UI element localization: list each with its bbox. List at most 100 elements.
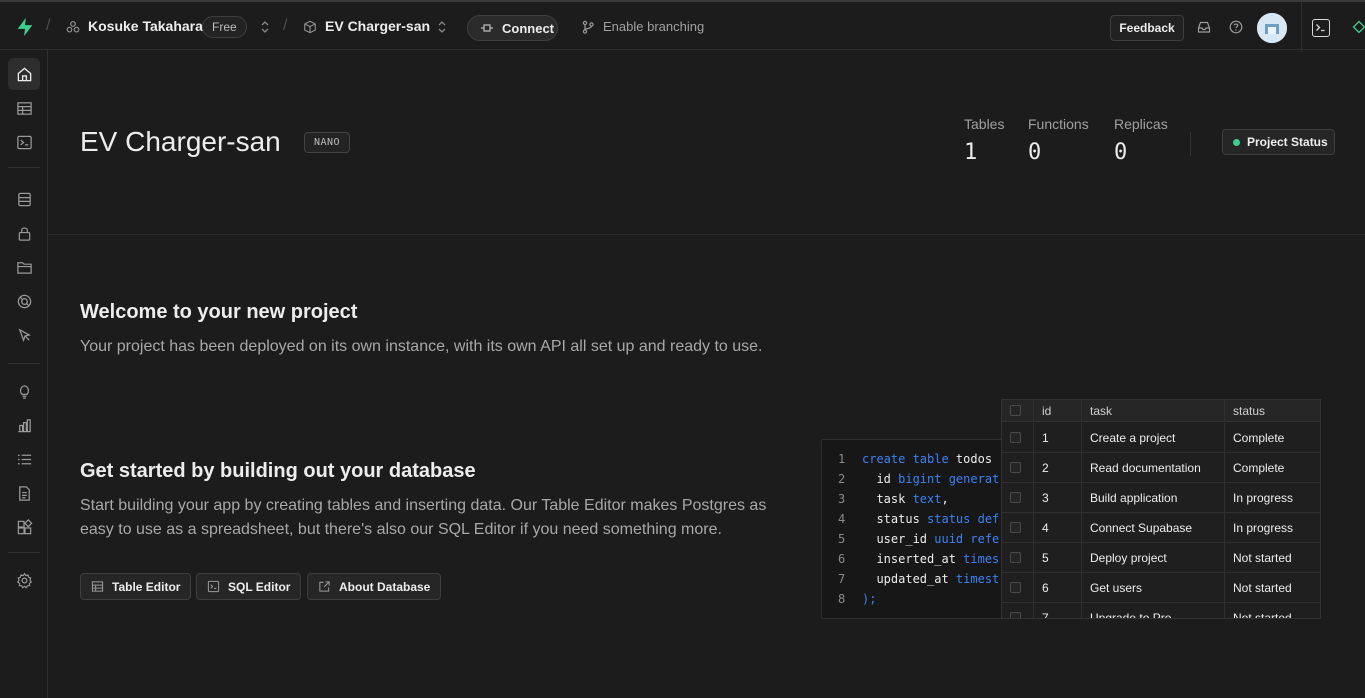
- table-cell: Complete: [1233, 460, 1285, 475]
- table-cell: 3: [1034, 483, 1082, 512]
- table-row: 7 Upgrade to Pro Not started: [1002, 603, 1320, 618]
- status-dot-icon: [1233, 138, 1240, 146]
- sidebar-item-advisors[interactable]: [8, 375, 40, 407]
- document-icon: [18, 485, 30, 501]
- table-cell: Deploy project: [1082, 543, 1225, 572]
- table-cell: 5: [1034, 543, 1082, 572]
- table-cell: Create a project: [1082, 423, 1225, 452]
- sidebar-item-integrations[interactable]: [8, 511, 40, 543]
- sidebar-item-logs[interactable]: [8, 443, 40, 475]
- sidebar-item-realtime[interactable]: [8, 285, 40, 317]
- stat-value: 0: [1114, 140, 1128, 165]
- enable-branching-label: Enable branching: [603, 19, 705, 34]
- stat-tables[interactable]: Tables 1: [964, 116, 1004, 165]
- stat-label: Replicas: [1114, 116, 1168, 132]
- sidebar-divider: [8, 552, 40, 553]
- list-icon: [17, 453, 31, 465]
- row-checkbox[interactable]: [1010, 492, 1021, 503]
- sidebar-item-home[interactable]: [8, 58, 40, 90]
- table-cell: Complete: [1233, 430, 1285, 445]
- help-icon[interactable]: [1229, 20, 1243, 34]
- sidebar-item-authentication[interactable]: [8, 217, 40, 249]
- sidebar-divider: [8, 363, 40, 364]
- sidebar-item-table-editor[interactable]: [8, 92, 40, 124]
- sql-editor-button[interactable]: SQL Editor: [196, 573, 302, 600]
- row-checkbox[interactable]: [1010, 612, 1021, 618]
- home-icon: [17, 66, 31, 81]
- diamond-icon[interactable]: [1352, 20, 1365, 34]
- git-branch-icon: [582, 20, 594, 34]
- row-checkbox[interactable]: [1010, 582, 1021, 593]
- supabase-logo-icon[interactable]: [14, 16, 36, 38]
- breadcrumb-separator: /: [283, 17, 288, 34]
- stat-replicas[interactable]: Replicas 0: [1114, 116, 1168, 165]
- inbox-icon[interactable]: [1197, 20, 1211, 34]
- sidebar-item-settings[interactable]: [8, 564, 40, 596]
- database-section-text: Start building your app by creating tabl…: [80, 497, 767, 538]
- database-section-title: Get started by building out your databas…: [80, 460, 476, 482]
- project-cube-icon: [304, 20, 316, 34]
- sidebar-item-api-docs[interactable]: [8, 477, 40, 509]
- pointer-icon: [18, 328, 31, 342]
- organization-name[interactable]: Kosuke Takahara: [88, 18, 203, 34]
- sidebar-item-sql-editor[interactable]: [8, 126, 40, 158]
- table-row: 3 Build application In progress: [1002, 483, 1320, 513]
- breadcrumb-separator: /: [46, 17, 51, 34]
- lock-icon: [18, 226, 30, 241]
- external-link-icon: [319, 581, 330, 592]
- stat-value: 1: [964, 140, 978, 165]
- top-bar: / Kosuke Takahara Free / EV Charger-san …: [0, 0, 1365, 52]
- terminal-icon: [16, 135, 32, 149]
- terminal-icon: [207, 580, 220, 593]
- gear-icon: [16, 572, 32, 589]
- project-name[interactable]: EV Charger-san: [325, 18, 430, 34]
- terminal-icon[interactable]: [1312, 19, 1330, 37]
- feedback-button[interactable]: Feedback: [1110, 15, 1184, 41]
- database-icon: [17, 192, 31, 206]
- page-title: EV Charger-san: [80, 126, 281, 157]
- sidebar-item-database[interactable]: [8, 183, 40, 215]
- stat-label: Functions: [1028, 116, 1089, 132]
- table-cell: Read documentation: [1082, 453, 1225, 482]
- about-database-label: About Database: [339, 579, 431, 594]
- sql-code-preview: 1 create table todos 2 id bigint generat…: [821, 439, 1021, 619]
- table-cell: 4: [1034, 513, 1082, 542]
- project-status-button[interactable]: Project Status: [1222, 129, 1335, 155]
- enable-branching-button[interactable]: Enable branching: [581, 19, 704, 34]
- column-header: id: [1034, 400, 1082, 421]
- table-cell: Get users: [1082, 573, 1225, 602]
- table-cell: 7: [1034, 603, 1082, 618]
- sidebar-item-edge-functions[interactable]: [8, 319, 40, 351]
- connect-button[interactable]: Connect: [467, 15, 558, 41]
- puzzle-icon: [17, 518, 32, 534]
- project-status-label: Project Status: [1247, 135, 1328, 149]
- table-cell: In progress: [1233, 520, 1294, 535]
- welcome-text: Your project has been deployed on its ow…: [80, 338, 763, 355]
- avatar[interactable]: [1257, 13, 1287, 43]
- table-cell: Not started: [1233, 580, 1292, 595]
- table-cell: 1: [1034, 423, 1082, 452]
- lightbulb-icon: [19, 384, 29, 399]
- stats-divider: [1190, 132, 1191, 156]
- row-checkbox[interactable]: [1010, 432, 1021, 443]
- table-cell: 2: [1034, 453, 1082, 482]
- sidebar-item-storage[interactable]: [8, 251, 40, 283]
- plug-icon: [481, 24, 493, 32]
- about-database-button[interactable]: About Database: [307, 573, 442, 600]
- sidebar-divider: [8, 167, 40, 168]
- row-checkbox[interactable]: [1010, 462, 1021, 473]
- plan-badge: Free: [202, 16, 247, 38]
- select-all-checkbox[interactable]: [1010, 405, 1021, 416]
- chevron-updown-icon[interactable]: [260, 20, 270, 34]
- chart-icon: [17, 418, 31, 432]
- row-checkbox[interactable]: [1010, 522, 1021, 533]
- table-cell: Connect Supabase: [1082, 513, 1225, 542]
- chevron-updown-icon[interactable]: [437, 20, 447, 34]
- table-row: 1 Create a project Complete: [1002, 423, 1320, 453]
- table-editor-button[interactable]: Table Editor: [80, 573, 192, 600]
- stat-functions[interactable]: Functions 0: [1028, 116, 1089, 165]
- sidebar-item-reports[interactable]: [8, 409, 40, 441]
- sql-editor-label: SQL Editor: [228, 579, 291, 594]
- row-checkbox[interactable]: [1010, 552, 1021, 563]
- topbar-divider: [1301, 2, 1302, 52]
